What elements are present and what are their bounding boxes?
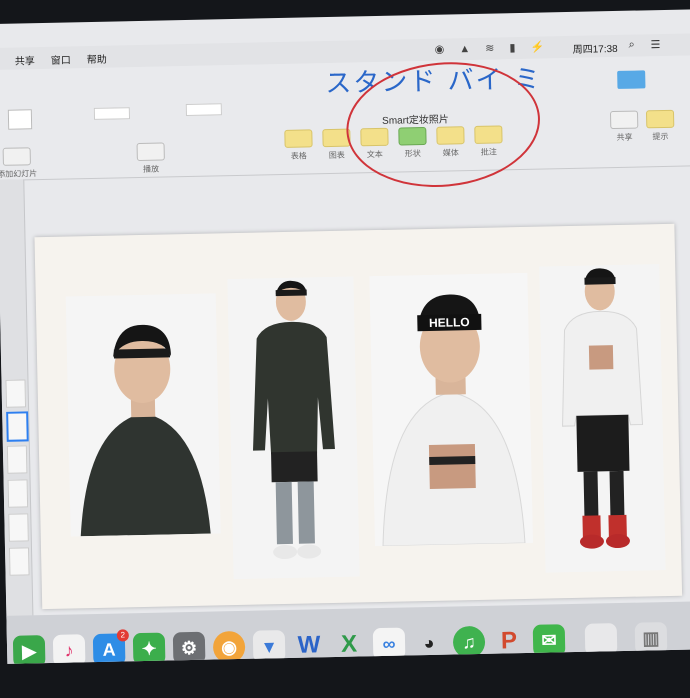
photo-black-hoodie-full[interactable] (227, 276, 360, 580)
slide-thumbnail[interactable] (7, 479, 29, 508)
facetime-icon[interactable]: ▶ (12, 635, 46, 664)
play-icon (136, 142, 165, 162)
headband-text: HELLO (429, 315, 470, 330)
menu-help[interactable]: 帮助 (87, 51, 107, 66)
maps-icon[interactable]: ✦ (132, 632, 166, 664)
person-image: HELLO (369, 272, 533, 547)
menu-window[interactable]: 窗口 (51, 51, 71, 66)
template-thumbnail (185, 103, 222, 116)
person-image (227, 276, 360, 580)
person-image (65, 293, 221, 537)
keynote-toolbar: スタンド バイ ミ Smart定妆照片 添加幻灯片 播放 表格 图表 文本 形状 (0, 55, 690, 181)
slide-thumbnail[interactable] (6, 445, 28, 474)
baidu-netdisk-icon[interactable]: ∞ (372, 627, 406, 661)
keynote-icon[interactable]: ▾ (252, 630, 286, 663)
excel-icon[interactable]: X (333, 628, 366, 661)
documents-icon[interactable] (584, 623, 618, 656)
photo-white-hoodie-headshot[interactable]: HELLO (369, 272, 533, 547)
add-slide-button[interactable]: 添加幻灯片 (0, 147, 37, 180)
slide-thumbnail[interactable] (8, 547, 30, 576)
notification-center-icon[interactable]: ☰ (650, 38, 660, 51)
slide-navigator (0, 179, 35, 650)
slide-thumbnail[interactable] (5, 379, 27, 408)
slide-thumbnail-selected[interactable] (6, 411, 29, 442)
folder-icon[interactable] (617, 70, 646, 89)
tips-icon (645, 109, 675, 129)
wechat-icon[interactable]: ✉ (532, 624, 566, 657)
template-thumbnail (7, 109, 33, 130)
photo-black-hoodie-headshot[interactable] (65, 293, 221, 537)
menu-share[interactable]: 共享 (15, 52, 35, 67)
status-icons: ◉ ▲ ≋ ▮ ⚡ (434, 41, 551, 56)
photo-white-hoodie-full[interactable] (539, 264, 666, 573)
tips-button[interactable]: 提示 (645, 109, 675, 143)
powerpoint-icon[interactable]: P (493, 625, 526, 658)
person-image (539, 264, 666, 573)
plus-icon (2, 147, 31, 166)
itunes-icon[interactable]: ♪ (52, 634, 86, 664)
trash-icon[interactable]: ▥ (634, 622, 668, 655)
slide-canvas[interactable]: HELLO (34, 223, 683, 610)
spotlight-icon[interactable]: ⌕ (628, 39, 634, 52)
ibooks-icon[interactable]: ◉ (212, 630, 246, 664)
table-icon (284, 129, 313, 148)
share-icon (609, 110, 639, 130)
share-button[interactable]: 共享 (609, 110, 639, 144)
clock[interactable]: 周四17:38 (572, 40, 618, 56)
table-button[interactable]: 表格 (284, 129, 313, 162)
notification-badge: 2 (116, 629, 129, 642)
template-thumbnail (93, 107, 131, 120)
word-icon[interactable]: W (293, 629, 326, 662)
play-button[interactable]: 播放 (136, 142, 166, 175)
qq-icon[interactable]: ◕ (413, 627, 446, 660)
music-icon[interactable]: ♫ (452, 625, 486, 659)
slide-thumbnail[interactable] (8, 513, 29, 542)
system-preferences-icon[interactable]: ⚙ (172, 631, 206, 664)
screen: 共享 窗口 帮助 ◉ ▲ ≋ ▮ ⚡ 周四17:38 ⌕ ☰ スタンド バイ ミ… (0, 9, 690, 664)
